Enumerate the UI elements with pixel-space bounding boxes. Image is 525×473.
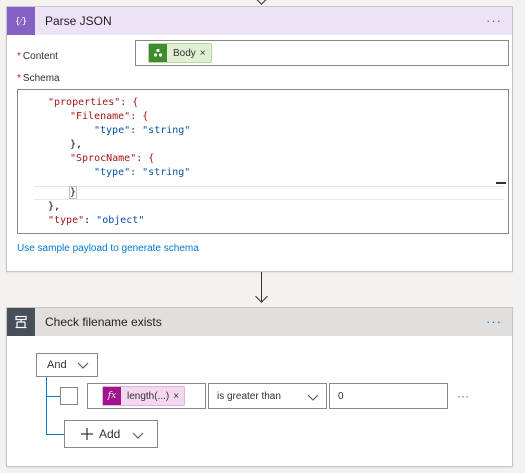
left-operand-field[interactable]: fx length(...) × [87,383,206,409]
content-label: * Content [17,51,58,62]
row-more-menu[interactable]: ··· [457,389,469,403]
curly-braces-icon: {⁄} [7,7,35,35]
trigger-icon [149,44,167,62]
remove-token-icon[interactable]: × [200,48,211,59]
condition-title: Check filename exists [45,315,162,329]
condition-card: Check filename exists ··· And fx length(… [6,307,513,467]
content-field[interactable]: Body × [135,40,509,66]
code-line: "Filename": { [70,111,149,122]
parse-json-title: Parse JSON [45,14,112,28]
schema-editor[interactable]: ` "properties": { "Filename": { "type": … [17,89,509,234]
right-operand-field[interactable]: 0 [329,383,448,409]
operator-select[interactable]: is greater than [208,383,327,409]
body-token-label: Body [173,47,196,59]
group-operator-select[interactable]: And [36,353,98,377]
condition-header[interactable]: Check filename exists ··· [7,308,512,336]
sample-payload-link[interactable]: Use sample payload to generate schema [17,243,199,254]
chevron-down-icon [132,432,144,439]
fx-icon: fx [103,387,121,405]
parse-json-header[interactable]: {⁄} Parse JSON ··· [7,7,512,35]
operator-value: is greater than [217,390,281,402]
code-line: "type": "string" [94,125,191,136]
condition-more-menu[interactable]: ··· [486,314,502,329]
tree-line [46,434,64,435]
top-arrow-head-icon [255,0,268,5]
current-line-highlight [34,186,504,200]
tree-line [46,377,47,435]
code-line: } [68,186,78,199]
code-line: "properties": { [48,97,139,108]
expression-token[interactable]: fx length(...) × [102,386,186,406]
plus-icon [81,428,93,440]
right-operand-value: 0 [338,390,344,402]
parse-json-more-menu[interactable]: ··· [486,13,502,28]
code-line: }, [48,201,61,212]
condition-body: And fx length(...) × is greater than 0 ·… [15,338,504,466]
editor-scrollbar-marker[interactable] [496,182,506,184]
schema-label: * Schema [17,73,60,84]
chevron-down-icon [77,362,89,369]
chevron-down-icon [307,394,319,401]
tree-line [46,396,60,397]
add-button[interactable]: Add [64,420,158,448]
add-button-label: Add [99,427,121,441]
parse-json-card: {⁄} Parse JSON ··· * Content Body × * Sche… [6,6,513,272]
group-operator-value: And [47,359,67,371]
condition-icon [7,308,35,336]
code-line: "SprocName": { [70,153,155,164]
row-checkbox[interactable] [60,387,78,405]
remove-token-icon[interactable]: × [173,391,184,402]
code-line: "type": "string" [94,167,191,178]
code-line: "type": "object" [48,215,145,226]
connector-arrow-icon [255,290,268,303]
code-line-partial: ` [28,90,34,96]
expression-token-label: length(...) [127,390,170,402]
code-line: }, [70,139,83,150]
body-token[interactable]: Body × [148,43,212,63]
